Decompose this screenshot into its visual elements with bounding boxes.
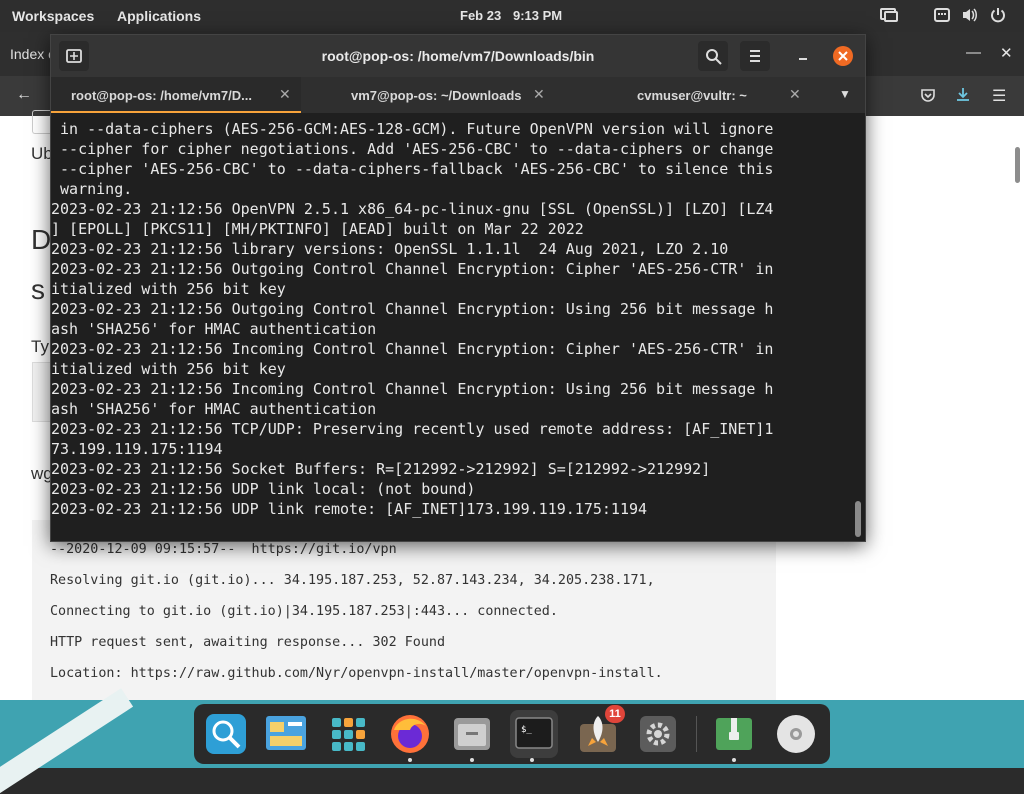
terminal-icon[interactable]: $_ bbox=[510, 710, 558, 758]
terminal-line: 2023-02-23 21:12:56 Incoming Control Cha… bbox=[51, 380, 774, 398]
workspaces-button[interactable]: Workspaces bbox=[12, 8, 94, 24]
url-input-fragment bbox=[32, 110, 52, 134]
terminal-scrollbar[interactable] bbox=[855, 501, 861, 537]
search-button[interactable] bbox=[698, 41, 728, 71]
wallpaper-stripe bbox=[0, 688, 134, 794]
firefox-icon[interactable] bbox=[388, 712, 432, 756]
clock-label[interactable]: 9:13 PM bbox=[513, 8, 562, 23]
hamburger-icon bbox=[750, 50, 760, 62]
tab-label: vm7@pop-os: ~/Downloads bbox=[351, 88, 522, 103]
terminal-headerbar: root@pop-os: /home/vm7/Downloads/bin bbox=[51, 35, 865, 77]
back-arrow-icon[interactable]: ← bbox=[16, 86, 32, 104]
terminal-line: 2023-02-23 21:12:56 UDP link remote: [AF… bbox=[51, 500, 648, 518]
tab-cvmuser[interactable]: cvmuser@vultr: ~ ✕ bbox=[551, 77, 801, 113]
minimize-icon[interactable]: — bbox=[966, 44, 981, 61]
terminal-line: 2023-02-23 21:12:56 library versions: Op… bbox=[51, 240, 729, 258]
tab-root[interactable]: root@pop-os: /home/vm7/D... ✕ bbox=[51, 77, 301, 113]
screen-icon[interactable] bbox=[880, 7, 898, 26]
file-manager-icon[interactable] bbox=[450, 712, 494, 756]
terminal-window[interactable]: root@pop-os: /home/vm7/Downloads/bin roo… bbox=[50, 34, 866, 542]
volume-icon[interactable] bbox=[961, 7, 979, 26]
terminal-line: 2023-02-23 21:12:56 Incoming Control Cha… bbox=[51, 340, 774, 358]
code-line: HTTP request sent, awaiting response... … bbox=[50, 635, 446, 650]
terminal-line: --cipher 'AES-256-CBC' to --data-ciphers… bbox=[51, 160, 774, 178]
code-line: Location: https://raw.github.com/Nyr/ope… bbox=[50, 666, 663, 681]
terminal-line: ] [EPOLL] [PKCS11] [MH/PKTINFO] [AEAD] b… bbox=[51, 220, 584, 238]
notification-badge: 11 bbox=[605, 705, 625, 723]
terminal-line: 2023-02-23 21:12:56 UDP link local: (not… bbox=[51, 480, 476, 498]
search-icon[interactable] bbox=[204, 712, 248, 756]
terminal-line: ash 'SHA256' for HMAC authentication bbox=[51, 320, 377, 338]
dock: $_ bbox=[194, 704, 830, 764]
code-line: Connecting to git.io (git.io)|34.195.187… bbox=[50, 604, 558, 619]
dock-separator bbox=[696, 716, 697, 752]
code-line: --2020-12-09 09:15:57-- https://git.io/v… bbox=[50, 542, 397, 557]
date-label[interactable]: Feb 23 bbox=[460, 8, 501, 23]
disc-icon[interactable] bbox=[774, 712, 818, 756]
close-button[interactable] bbox=[828, 41, 858, 71]
download-icon[interactable] bbox=[955, 87, 971, 108]
svg-text:$_: $_ bbox=[521, 725, 532, 735]
files-icon[interactable] bbox=[264, 712, 308, 756]
terminal-line: 73.199.119.175:1194 bbox=[51, 440, 223, 458]
terminal-line: 2023-02-23 21:12:56 OpenVPN 2.5.1 x86_64… bbox=[51, 200, 774, 218]
close-tab-icon[interactable]: ✕ bbox=[789, 86, 801, 103]
close-tab-icon[interactable]: ✕ bbox=[533, 86, 545, 103]
tab-label: root@pop-os: /home/vm7/D... bbox=[71, 88, 252, 103]
top-panel: Workspaces Applications Feb 23 9:13 PM bbox=[0, 0, 1024, 32]
code-block: --2020-12-09 09:15:57-- https://git.io/v… bbox=[32, 520, 776, 700]
running-indicator bbox=[732, 758, 736, 762]
terminal-tabbar: root@pop-os: /home/vm7/D... ✕ vm7@pop-os… bbox=[51, 77, 865, 113]
applications-button[interactable]: Applications bbox=[117, 8, 201, 24]
close-icon bbox=[833, 46, 853, 66]
terminal-line: 2023-02-23 21:12:56 Outgoing Control Cha… bbox=[51, 300, 774, 318]
terminal-line: itialized with 256 bit key bbox=[51, 280, 286, 298]
tab-label: cvmuser@vultr: ~ bbox=[637, 88, 747, 103]
heading-fragment: D bbox=[31, 224, 52, 255]
minimize-icon bbox=[799, 58, 807, 60]
power-icon[interactable] bbox=[990, 7, 1006, 26]
heading-fragment-2: s bbox=[31, 274, 45, 305]
app-grid-icon[interactable] bbox=[326, 712, 370, 756]
page-scrollbar[interactable] bbox=[1015, 147, 1020, 183]
terminal-output[interactable]: in --data-ciphers (AES-256-GCM:AES-128-G… bbox=[51, 119, 851, 539]
running-indicator bbox=[530, 758, 534, 762]
running-indicator bbox=[408, 758, 412, 762]
terminal-line: itialized with 256 bit key bbox=[51, 360, 286, 378]
close-icon[interactable]: ✕ bbox=[1000, 44, 1013, 62]
terminal-line: 2023-02-23 21:12:56 Outgoing Control Cha… bbox=[51, 260, 774, 278]
settings-icon[interactable] bbox=[636, 712, 680, 756]
terminal-line: 2023-02-23 21:12:56 TCP/UDP: Preserving … bbox=[51, 420, 774, 438]
terminal-line: in --data-ciphers (AES-256-GCM:AES-128-G… bbox=[51, 120, 774, 138]
terminal-line: 2023-02-23 21:12:56 Socket Buffers: R=[2… bbox=[51, 460, 711, 478]
archive-manager-icon[interactable] bbox=[712, 712, 756, 756]
search-icon bbox=[706, 49, 722, 65]
tab-vm7[interactable]: vm7@pop-os: ~/Downloads ✕ bbox=[301, 77, 551, 113]
page-text-fragment-2: Ty bbox=[31, 337, 49, 356]
close-tab-icon[interactable]: ✕ bbox=[279, 86, 291, 103]
running-indicator bbox=[470, 758, 474, 762]
keyboard-icon[interactable] bbox=[934, 7, 950, 26]
minimize-button[interactable] bbox=[788, 41, 818, 71]
menu-icon[interactable]: ☰ bbox=[992, 86, 1006, 106]
terminal-line: warning. bbox=[51, 180, 133, 198]
code-box-fragment bbox=[32, 362, 50, 422]
hamburger-menu-button[interactable] bbox=[740, 41, 770, 71]
terminal-line: ash 'SHA256' for HMAC authentication bbox=[51, 400, 377, 418]
code-line: Resolving git.io (git.io)... 34.195.187.… bbox=[50, 573, 655, 588]
terminal-line: --cipher for cipher negotiations. Add 'A… bbox=[51, 140, 774, 158]
tabs-dropdown-icon[interactable]: ▼ bbox=[839, 87, 851, 101]
pocket-icon[interactable] bbox=[920, 87, 936, 108]
